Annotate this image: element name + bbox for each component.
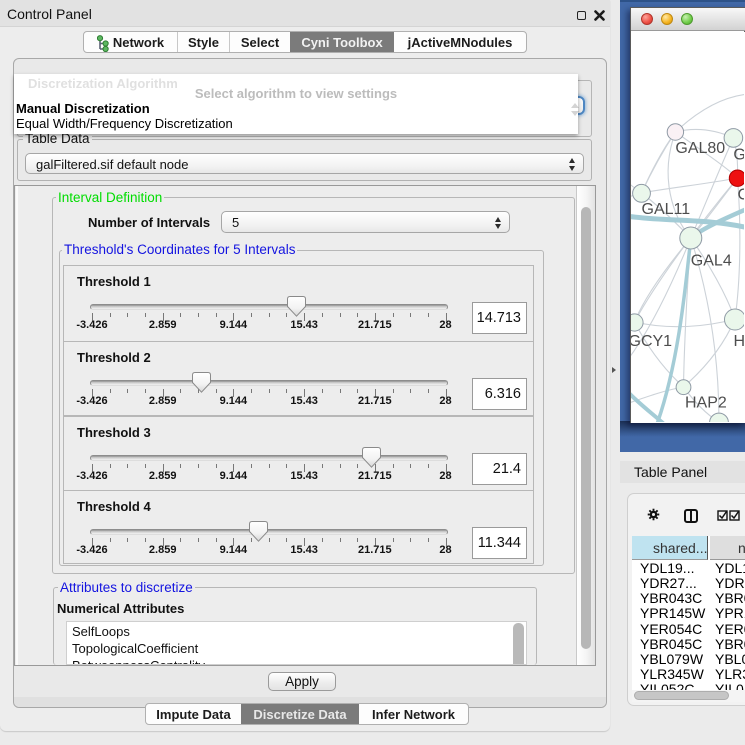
svg-text:HAP2: HAP2 <box>685 395 727 412</box>
svg-text:GA: GA <box>733 147 744 164</box>
svg-text:GAL80: GAL80 <box>675 140 725 157</box>
svg-text:GAL4: GAL4 <box>691 253 732 270</box>
svg-text:C: C <box>738 187 745 204</box>
svg-text:GCY1: GCY1 <box>631 333 672 350</box>
svg-text:GAL11: GAL11 <box>642 201 691 218</box>
svg-text:HI: HI <box>734 333 745 350</box>
